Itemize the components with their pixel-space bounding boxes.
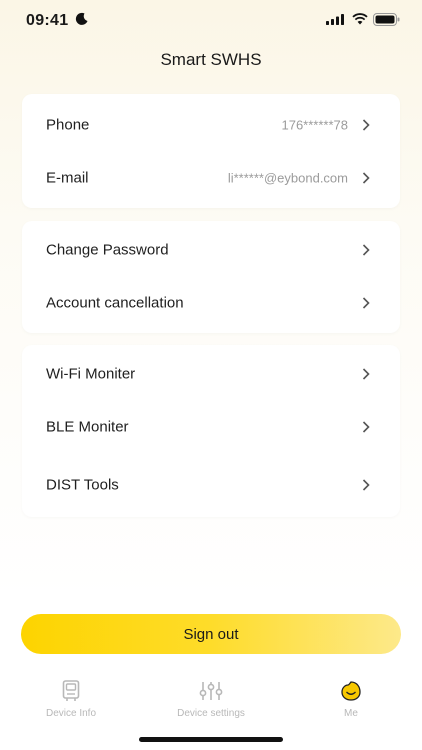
phone-label: Phone: [46, 116, 90, 133]
chevron-right-icon: [362, 478, 370, 491]
ble-moniter-row[interactable]: BLE Moniter: [22, 400, 400, 453]
status-time: 09:41: [26, 12, 69, 29]
email-value: li******@eybond.com: [227, 170, 348, 185]
change-password-label: Change Password: [46, 241, 169, 258]
change-password-row[interactable]: Change Password: [22, 223, 400, 276]
wifi-moniter-row[interactable]: Wi-Fi Moniter: [22, 347, 400, 400]
tools-card: Wi-Fi Moniter BLE Moniter DIST Tools: [22, 345, 400, 517]
wifi-moniter-label: Wi-Fi Moniter: [46, 365, 136, 382]
email-label: E-mail: [46, 169, 89, 186]
status-bar: 09:41: [0, 0, 422, 44]
tab-me[interactable]: Me: [291, 676, 411, 724]
page-title: Smart SWHS: [160, 50, 262, 69]
account-cancellation-row[interactable]: Account cancellation: [22, 276, 400, 329]
tab-label: Device settings: [177, 708, 245, 719]
cellular-signal-icon: [326, 14, 344, 25]
account-cancellation-label: Account cancellation: [46, 294, 184, 311]
wifi-icon: [352, 13, 368, 25]
tab-label: Me: [344, 708, 358, 719]
sliders-icon: [199, 682, 223, 700]
tab-device-info[interactable]: Device Info: [11, 676, 131, 724]
chevron-right-icon: [362, 420, 370, 433]
chevron-right-icon: [362, 296, 370, 309]
chevron-right-icon: [362, 243, 370, 256]
chevron-right-icon: [362, 171, 370, 184]
security-card: Change Password Account cancellation: [22, 221, 400, 333]
chevron-right-icon: [362, 118, 370, 131]
ble-moniter-label: BLE Moniter: [46, 418, 129, 435]
phone-value: 176******78: [281, 117, 348, 132]
chevron-right-icon: [362, 367, 370, 380]
me-face-icon: [341, 681, 361, 701]
device-info-icon: [62, 680, 80, 701]
tab-label: Device Info: [45, 708, 97, 719]
email-row[interactable]: E-mail li******@eybond.com: [22, 151, 400, 204]
sign-out-button[interactable]: Sign out: [21, 614, 401, 654]
phone-row[interactable]: Phone 176******78: [22, 98, 400, 151]
battery-icon: [373, 13, 400, 26]
dist-tools-row[interactable]: DIST Tools: [22, 458, 400, 511]
account-card: Phone 176******78 E-mail li******@eybond…: [22, 94, 400, 208]
tab-device-settings[interactable]: Device settings: [151, 676, 271, 724]
home-indicator: [139, 737, 283, 742]
dist-tools-label: DIST Tools: [46, 476, 119, 493]
moon-icon: [75, 12, 88, 25]
